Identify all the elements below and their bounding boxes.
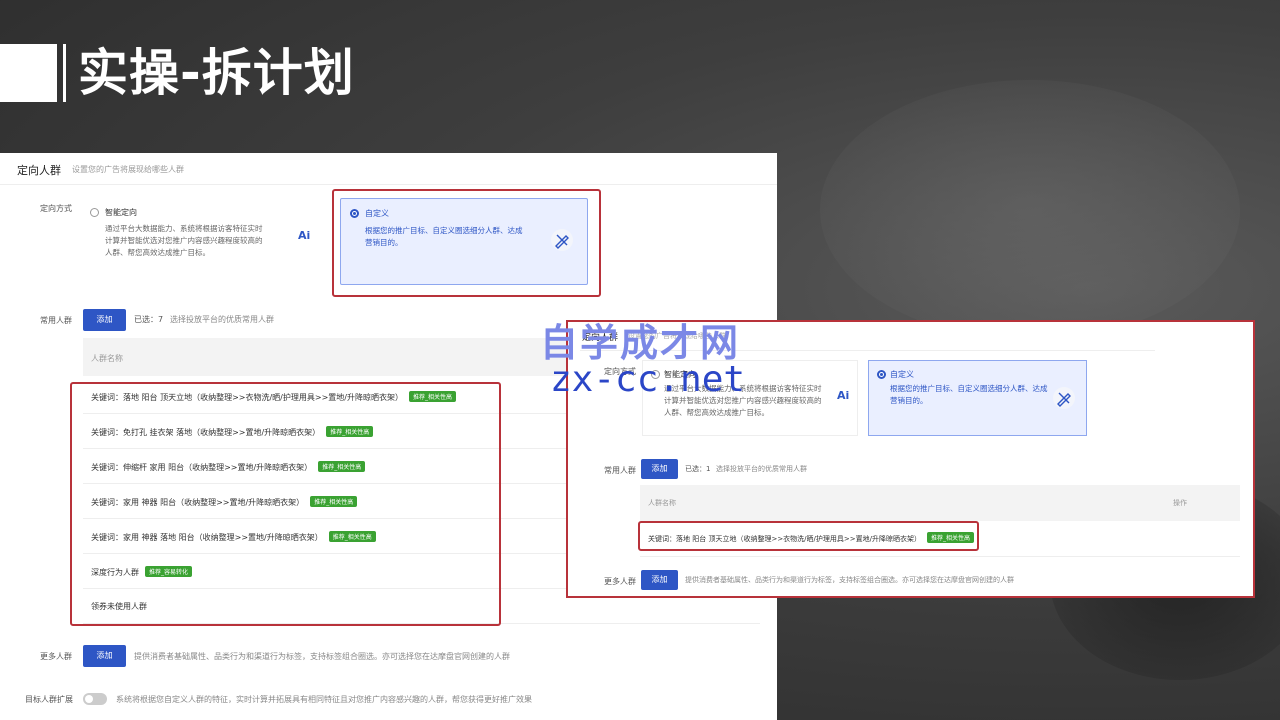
crowd-expand-hint: 系统将根据您自定义人群的特征，实时计算并拓展具有相同特征且对您推广内容感兴趣的人… [116,695,532,704]
pen-ruler-icon [1053,387,1075,409]
section-title: 定向人群 [17,164,61,177]
common-crowd-hint: 选择投放平台的优质常用人群 [716,465,807,473]
add-more-crowd-button[interactable]: 添加 [641,570,678,590]
highlight-crowd-list-box [70,382,501,626]
selected-count: 已选：7 [134,315,164,324]
smart-targeting-radio[interactable] [90,208,99,217]
crowd-expand-label: 目标人群扩展 [25,695,73,704]
add-common-crowd-button[interactable]: 添加 [83,309,126,331]
common-crowd-label: 常用人群 [40,316,72,325]
column-header-name: 人群名称 [91,354,123,363]
common-crowd-hint: 选择投放平台的优质常用人群 [170,315,274,324]
more-crowd-label: 更多人群 [40,652,72,661]
section-header: 定向人群 设置您的广告将展现给哪些人群 [0,153,777,185]
watermark-url: zx-cc.net [550,359,746,400]
crowd-expand-toggle[interactable] [83,693,107,705]
slide-title: 实操-拆计划 [78,44,355,102]
smart-targeting-title: 智能定向 [105,208,137,217]
custom-targeting-desc: 根据您的推广目标、自定义圈选细分人群、达成 营销目的。 [890,384,1048,405]
custom-targeting-card[interactable]: 自定义 根据您的推广目标、自定义圈选细分人群、达成 营销目的。 [868,360,1087,436]
highlight-selected-row-box [638,521,979,551]
ai-icon: Ai [298,229,311,242]
column-header-name: 人群名称 [648,499,676,507]
more-crowd-hint: 提供消费者基础属性、品类行为和渠道行为标签，支持标签组合圈选。亦可选择您在达摩盘… [685,576,1014,584]
more-crowd-hint: 提供消费者基础属性、品类行为和渠道行为标签，支持标签组合圈选。亦可选择您在达摩盘… [134,652,510,661]
selected-count: 已选：1 [685,465,711,473]
table-header: 人群名称 操作 [640,485,1240,521]
more-crowd-label: 更多人群 [604,577,636,586]
targeting-label: 定向方式 [40,204,72,213]
custom-targeting-radio[interactable] [877,370,886,379]
ai-icon: Ai [837,389,850,402]
add-common-crowd-button[interactable]: 添加 [641,459,678,479]
highlight-custom-box [332,189,601,297]
title-accent-bar [63,44,66,102]
section-subtitle: 设置您的广告将展现给哪些人群 [72,165,184,174]
smart-targeting-desc: 通过平台大数据能力、系统将根据访客特征实时 计算并智能优选对您推广内容感兴趣程度… [105,224,263,257]
title-accent-block [0,44,57,102]
common-crowd-label: 常用人群 [604,466,636,475]
background-texture [820,80,1240,340]
row-divider [640,556,1240,557]
custom-targeting-title: 自定义 [890,370,914,379]
add-more-crowd-button[interactable]: 添加 [83,645,126,667]
column-header-op: 操作 [1173,499,1187,507]
